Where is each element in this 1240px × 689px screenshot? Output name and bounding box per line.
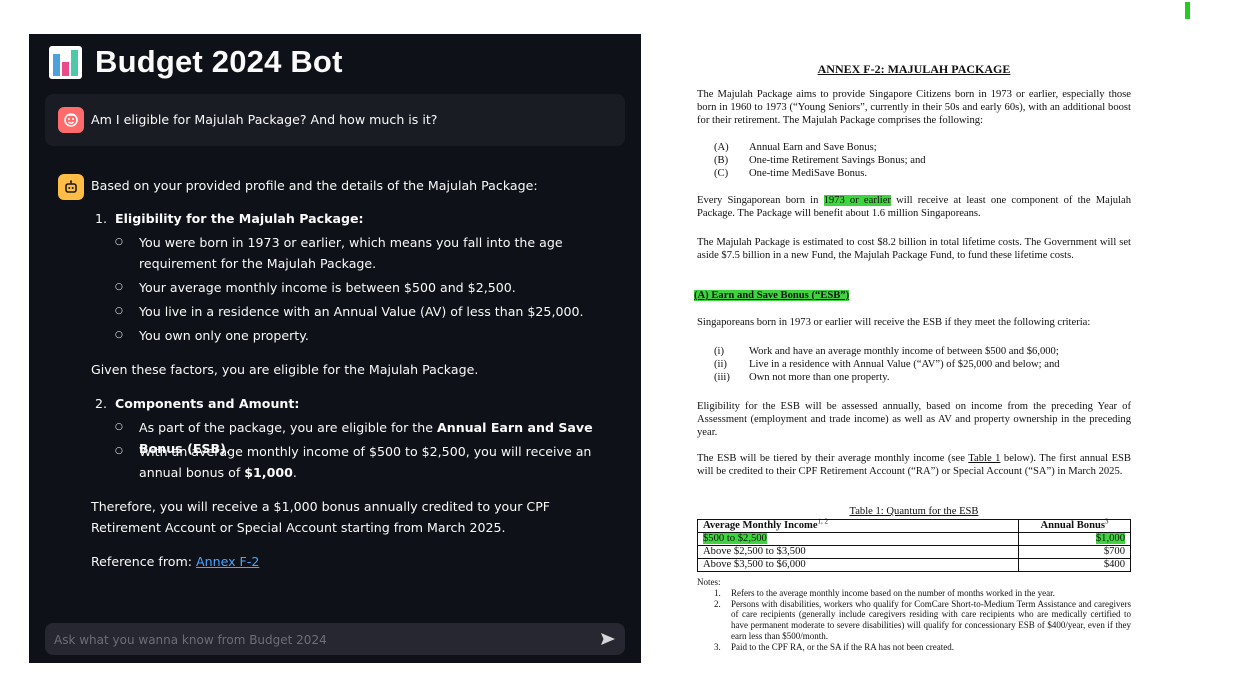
list-item: (C) One-time MediSave Bonus.: [714, 168, 867, 179]
doc-intro: The Majulah Package aims to provide Sing…: [697, 89, 1131, 126]
app-title: Budget 2024 Bot: [95, 44, 343, 79]
table-row: Average Monthly Income1, 2 Annual Bonus3: [697, 518, 1131, 533]
robot-icon: [58, 174, 84, 200]
user-message-text: Am I eligible for Majulah Package? And h…: [91, 112, 438, 127]
list-item: 1. Refers to the average monthly income b…: [714, 587, 1055, 598]
doc-paragraph: Eligibility for the ESB will be assessed…: [697, 401, 1131, 438]
smiley-face-icon: [58, 107, 84, 133]
table-caption: Table 1: Quantum for the ESB: [849, 506, 979, 517]
table-row: Above $3,500 to $6,000 $400: [697, 558, 1131, 572]
doc-title: ANNEX F-2: MAJULAH PACKAGE: [817, 62, 1011, 76]
user-message: Am I eligible for Majulah Package? And h…: [45, 94, 625, 146]
table-reference: Table 1: [968, 453, 1001, 464]
list-item: (B) One-time Retirement Savings Bonus; an…: [714, 155, 926, 166]
doc-paragraph: Singaporeans born in 1973 or earlier wil…: [697, 317, 1091, 328]
annex-link[interactable]: Annex F-2: [196, 554, 259, 569]
list-item: (A) Annual Earn and Save Bonus;: [714, 142, 877, 153]
table-row: $500 to $2,500 $1,000: [697, 532, 1131, 546]
list-item: 2. Components and Amount:: [95, 396, 300, 411]
list-item: 2. Persons with disabilities, workers who…: [714, 598, 1131, 641]
table-row: Above $2,500 to $3,500 $700: [697, 545, 1131, 559]
list-item: (ii) Live in a residence with Annual Valu…: [714, 359, 1060, 370]
send-arrow-icon[interactable]: [599, 630, 617, 648]
highlight: 1973 or earlier: [823, 195, 891, 206]
components-list: (A) Annual Earn and Save Bonus; (B) One-ti…: [714, 141, 926, 180]
quantum-table: Average Monthly Income1, 2 Annual Bonus3…: [697, 518, 1131, 572]
chat-input-box[interactable]: [45, 623, 625, 657]
criteria-list: (i) Work and have an average monthly inco…: [714, 345, 1060, 384]
reference-line: Reference from: Annex F-2: [91, 554, 260, 569]
components-heading: Components and Amount:: [115, 396, 300, 411]
eligibility-heading: Eligibility for the Majulah Package:: [115, 211, 364, 226]
doc-paragraph: The Majulah Package is estimated to cost…: [697, 237, 1131, 261]
list-item: (iii) Own not more than one property.: [714, 372, 890, 383]
bot-intro: Based on your provided profile and the d…: [91, 178, 538, 193]
green-marker: [1185, 2, 1190, 19]
chat-app-window: Budget 2024 Bot Am I eligible for Majula…: [29, 34, 641, 663]
bot-conclusion: Therefore, you will receive a $1,000 bon…: [91, 499, 551, 535]
table-notes: Notes: 1. Refers to the average monthly i…: [697, 577, 1131, 652]
app-header: Budget 2024 Bot: [49, 44, 343, 80]
list-item: 3. Paid to the CPF RA, or the SA if the R…: [714, 641, 954, 652]
section-heading: (A) Earn and Save Bonus (“ESB”): [694, 290, 850, 301]
doc-paragraph: Every Singaporean born in 1973 or earlie…: [697, 195, 1131, 219]
chat-input[interactable]: [52, 623, 576, 657]
list-item: (i) Work and have an average monthly inco…: [714, 346, 1059, 357]
bar-chart-icon: [49, 45, 82, 79]
list-item: 1. Eligibility for the Majulah Package:: [95, 211, 364, 226]
doc-paragraph: The ESB will be tiered by their average …: [697, 453, 1131, 477]
eligibility-conclusion: Given these factors, you are eligible fo…: [91, 362, 479, 377]
